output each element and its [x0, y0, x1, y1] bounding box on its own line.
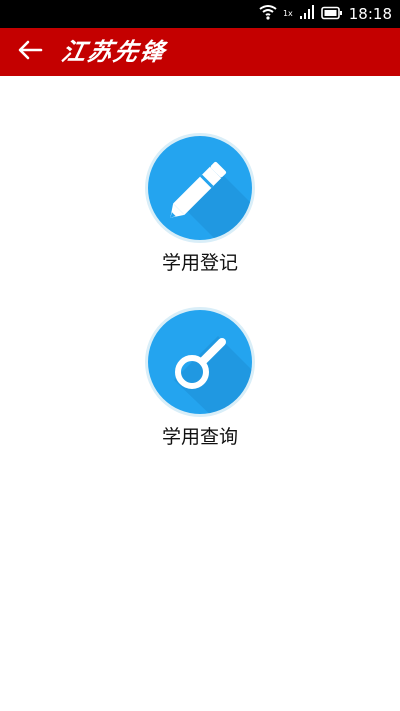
status-bar: 1x 18:18 — [0, 0, 400, 28]
status-icons: 1x 18:18 — [259, 4, 392, 24]
study-register-label: 学用登记 — [161, 252, 238, 274]
network-type-label: 1x — [282, 9, 293, 18]
study-query-button[interactable]: 学用查询 — [100, 307, 300, 449]
query-circle — [145, 307, 255, 417]
study-query-label: 学用查询 — [161, 426, 238, 448]
query-circle-inner — [148, 310, 252, 414]
pencil-icon — [170, 161, 252, 240]
arrow-left-icon — [17, 40, 43, 64]
register-circle-inner — [148, 136, 252, 240]
app-bar: 江苏先锋 — [0, 28, 400, 76]
status-clock: 18:18 — [348, 5, 392, 23]
battery-icon — [320, 5, 343, 24]
brand-logo: 江苏先锋 — [59, 37, 170, 66]
signal-icon — [299, 4, 315, 24]
magnifier-icon — [174, 336, 252, 414]
back-button[interactable] — [10, 35, 50, 69]
study-register-button[interactable]: 学用登记 — [100, 133, 300, 275]
wifi-icon — [259, 4, 277, 24]
register-circle — [145, 133, 255, 243]
